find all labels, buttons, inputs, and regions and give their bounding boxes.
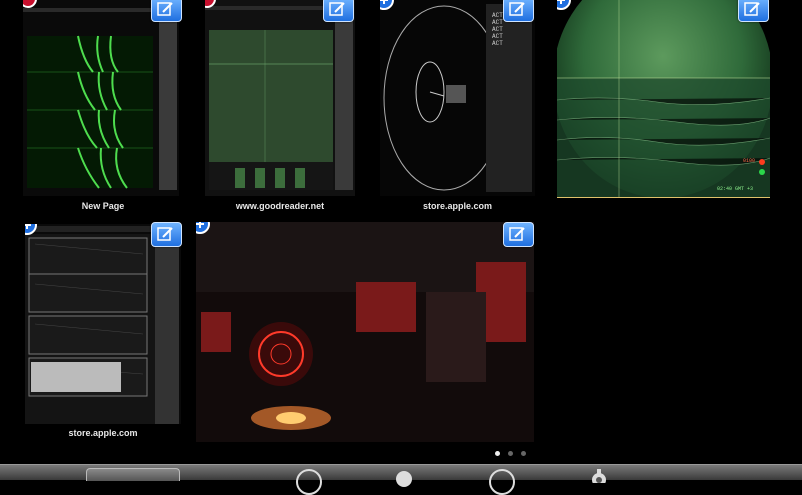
page-dot[interactable] [495, 451, 500, 456]
panel-tag: ACT [492, 33, 503, 40]
tab-title: store.apple.com [422, 201, 493, 211]
pencil-icon [157, 2, 173, 16]
readout-red: 0100 [743, 158, 756, 164]
page-dot[interactable] [521, 451, 526, 456]
page-dot[interactable] [508, 451, 513, 456]
tab-thumbnail-1[interactable] [23, 0, 179, 196]
tab-thumbnail-4[interactable]: 0100 02:40 GMT +3 [557, 0, 770, 198]
tab-title: www.goodreader.net [235, 201, 325, 211]
sonar-waterfall-image [23, 0, 179, 196]
tab-thumbnail-5[interactable] [25, 224, 181, 424]
night-vision-periscope-image [557, 0, 770, 198]
pencil-icon [509, 227, 525, 241]
sonar-waterfall-gray-image [25, 224, 181, 424]
tabs-button[interactable] [86, 468, 180, 481]
settings-gear-icon[interactable] [588, 469, 610, 483]
panel-tag: ACT [492, 26, 503, 33]
pencil-icon [157, 227, 173, 241]
edit-tab-button[interactable] [738, 0, 769, 22]
reload-icon[interactable] [296, 469, 322, 495]
pencil-icon [744, 2, 760, 16]
pencil-icon [329, 2, 345, 16]
edit-tab-button[interactable] [151, 222, 182, 247]
readout-green: 02:40 GMT +3 [717, 186, 754, 192]
tab-thumbnail-6[interactable] [196, 222, 534, 442]
edit-tab-button[interactable] [503, 222, 534, 247]
tab-thumbnail-2[interactable] [205, 0, 355, 196]
pencil-icon [509, 2, 525, 16]
tab-thumbnail-3[interactable]: ACT ACT ACT ACT ACT [380, 0, 535, 196]
panel-tag: ACT [492, 40, 503, 47]
tab-title: New Page [81, 201, 125, 211]
edit-tab-button[interactable] [151, 0, 182, 22]
tab-title: store.apple.com [68, 428, 138, 438]
display-screen-image [205, 0, 355, 196]
control-room-image [196, 222, 534, 442]
page-indicator[interactable] [495, 451, 526, 456]
dot-icon[interactable] [489, 469, 515, 495]
edit-tab-button[interactable] [323, 0, 354, 22]
edit-tab-button[interactable] [503, 0, 534, 22]
record-icon[interactable] [396, 471, 412, 487]
bottom-toolbar [0, 464, 802, 495]
